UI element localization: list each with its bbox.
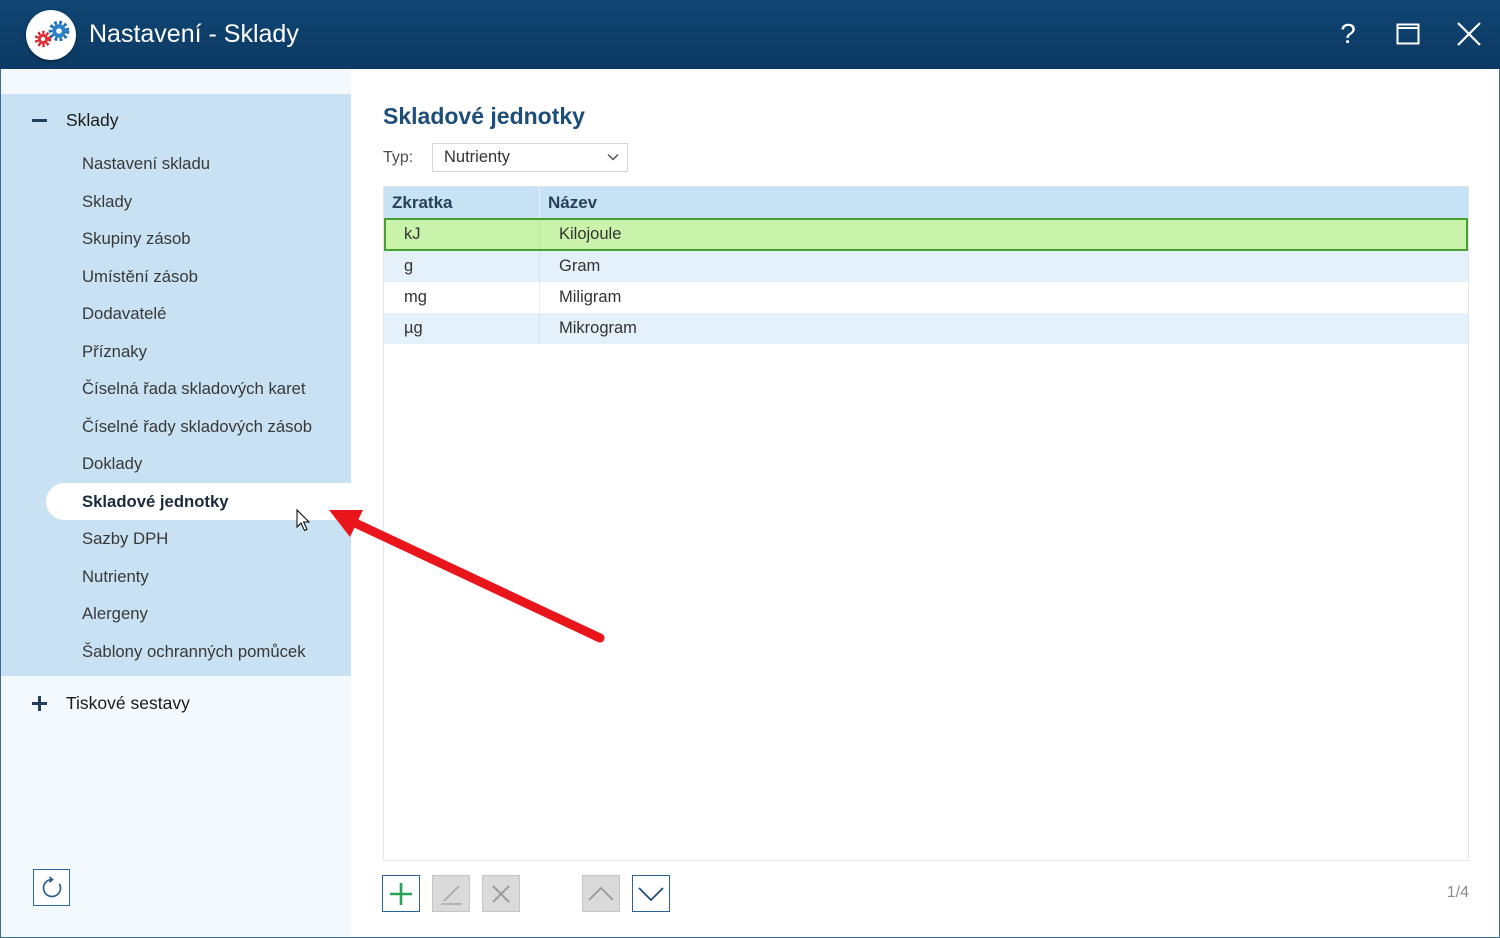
- table-body: kJ Kilojoule g Gram mg Miligram µg Mikro…: [384, 218, 1468, 344]
- column-header-nazev[interactable]: Název: [539, 187, 1468, 218]
- sidebar-item-skladove-jednotky[interactable]: Skladové jednotky: [46, 482, 351, 520]
- cell-name: Miligram: [539, 282, 1468, 313]
- settings-gears-icon: [34, 20, 70, 48]
- table-row[interactable]: µg Mikrogram: [384, 313, 1468, 344]
- page-title: Skladové jednotky: [383, 103, 585, 129]
- move-down-button[interactable]: [632, 875, 670, 912]
- cell-name: Gram: [539, 251, 1468, 282]
- cell-abbreviation: mg: [404, 288, 427, 306]
- sidebar-item-alergeny[interactable]: Alergeny: [1, 595, 351, 633]
- plus-bar-vertical: [38, 695, 41, 711]
- close-button[interactable]: [1447, 12, 1491, 56]
- units-table: Zkratka Název kJ Kilojoule g Gram mg Mil…: [383, 186, 1469, 861]
- sidebar-item-nutrienty[interactable]: Nutrienty: [1, 558, 351, 596]
- sidebar-item-sablony-pomucek[interactable]: Šablony ochranných pomůcek: [1, 633, 351, 671]
- cell-name: Kilojoule: [539, 220, 1466, 249]
- refresh-icon: [42, 875, 61, 897]
- add-button[interactable]: [382, 875, 420, 912]
- cell-name: Mikrogram: [539, 313, 1468, 344]
- type-filter-value: Nutrienty: [444, 148, 511, 166]
- type-filter-select[interactable]: Nutrienty: [432, 143, 628, 172]
- add-plus-icon: [390, 882, 412, 905]
- collapse-minus-icon[interactable]: [32, 118, 47, 122]
- table-row[interactable]: mg Miligram: [384, 282, 1468, 313]
- chevron-down-icon: [607, 153, 619, 161]
- maximize-icon: [1396, 23, 1420, 45]
- move-up-button[interactable]: [582, 875, 620, 912]
- edit-button[interactable]: [432, 875, 470, 912]
- sidebar-item-umisteni-zasob[interactable]: Umístění zásob: [1, 258, 351, 296]
- table-header: Zkratka Název: [384, 187, 1468, 218]
- move-up-chevron-icon: [588, 886, 614, 901]
- type-filter-label: Typ:: [383, 149, 414, 166]
- sidebar-item-ciselne-rady-zasob[interactable]: Číselné řady skladových zásob: [1, 408, 351, 446]
- group-label-tiskove-sestavy: Tiskové sestavy: [66, 693, 190, 713]
- sidebar-item-doklady[interactable]: Doklady: [1, 445, 351, 483]
- delete-x-icon: [492, 884, 510, 903]
- sidebar-group-sklady: Sklady Nastavení skladu Sklady Skupiny z…: [1, 94, 351, 676]
- cell-abbreviation: µg: [404, 319, 423, 337]
- app-logo: [26, 10, 76, 60]
- delete-button[interactable]: [482, 875, 520, 912]
- sidebar-item-sazby-dph[interactable]: Sazby DPH: [1, 520, 351, 558]
- title-bar[interactable]: Nastavení - Sklady ?: [0, 0, 1500, 69]
- expand-plus-icon[interactable]: [32, 695, 47, 711]
- record-counter: 1/4: [1446, 884, 1469, 901]
- maximize-button[interactable]: [1386, 12, 1430, 56]
- table-row[interactable]: kJ Kilojoule: [384, 218, 1468, 251]
- sidebar-item-sklady[interactable]: Sklady: [1, 183, 351, 221]
- help-button[interactable]: ?: [1326, 12, 1370, 56]
- sidebar-item-skupiny-zasob[interactable]: Skupiny zásob: [1, 220, 351, 258]
- edit-pencil-icon: [441, 884, 462, 905]
- refresh-button[interactable]: [33, 869, 70, 906]
- cell-abbreviation: g: [404, 257, 414, 275]
- group-header-sklady[interactable]: Sklady: [1, 102, 351, 138]
- cell-abbreviation: kJ: [404, 225, 421, 243]
- group-header-tiskove-sestavy[interactable]: Tiskové sestavy: [1, 685, 351, 721]
- sidebar-item-ciselna-rada-karet[interactable]: Číselná řada skladových karet: [1, 370, 351, 408]
- settings-sidebar: Sklady Nastavení skladu Sklady Skupiny z…: [1, 69, 351, 937]
- window-title: Nastavení - Sklady: [89, 20, 299, 48]
- sidebar-item-dodavatele[interactable]: Dodavatelé: [1, 295, 351, 333]
- main-panel: Skladové jednotky Typ: Nutrienty Zkratka…: [351, 69, 1499, 937]
- sidebar-item-priznaky[interactable]: Příznaky: [1, 333, 351, 371]
- sidebar-item-nastaveni-skladu[interactable]: Nastavení skladu: [1, 145, 351, 183]
- table-row[interactable]: g Gram: [384, 251, 1468, 282]
- group-label-sklady: Sklady: [66, 110, 119, 130]
- help-label: ?: [1340, 18, 1356, 49]
- sidebar-item-list: Nastavení skladu Sklady Skupiny zásob Um…: [1, 145, 351, 670]
- column-header-zkratka[interactable]: Zkratka: [384, 187, 539, 218]
- move-down-chevron-icon: [638, 886, 664, 901]
- close-icon: [1457, 22, 1481, 46]
